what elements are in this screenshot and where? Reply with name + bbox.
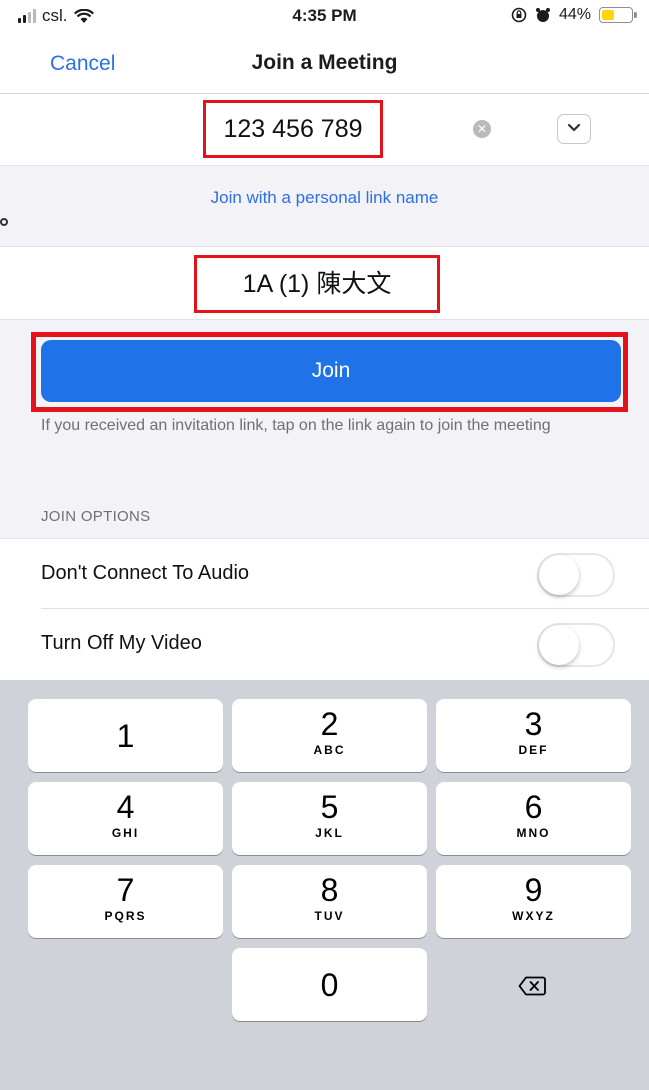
key-digit: 8 (320, 872, 339, 908)
invitation-hint: If you received an invitation link, tap … (41, 417, 551, 434)
battery-percent: 44% (558, 6, 591, 23)
key-6[interactable]: 6 MNO (436, 782, 631, 855)
backspace-key[interactable] (432, 948, 627, 1021)
key-0[interactable]: 0 (232, 948, 427, 1021)
display-name-input[interactable]: 1A (1) 陳大文 (194, 255, 440, 313)
option-label: Turn Off My Video (41, 632, 202, 654)
key-digit: 2 (320, 706, 339, 742)
chevron-down-icon (567, 123, 581, 132)
key-4[interactable]: 4 GHI (28, 782, 223, 855)
option-dont-connect-audio: Don't Connect To Audio (0, 539, 649, 609)
key-7[interactable]: 7 PQRS (28, 865, 223, 938)
join-button[interactable]: Join (41, 340, 621, 402)
history-dropdown-button[interactable] (557, 114, 591, 144)
key-digit: 0 (320, 967, 339, 1003)
meeting-id-row: 123 456 789 ✕ (0, 94, 649, 166)
key-5[interactable]: 5 JKL (232, 782, 427, 855)
toggle-knob (539, 625, 579, 665)
key-9[interactable]: 9 WXYZ (436, 865, 631, 938)
orientation-lock-icon (511, 7, 527, 23)
key-digit: 7 (116, 872, 135, 908)
join-options-list: Don't Connect To Audio Turn Off My Video (0, 538, 649, 680)
backspace-icon (518, 976, 546, 996)
key-digit: 9 (524, 872, 543, 908)
personal-link-name-link[interactable]: Join with a personal link name (0, 188, 649, 208)
join-form: 123 456 789 ✕ Join with a personal link … (0, 94, 649, 681)
battery-icon (599, 7, 637, 23)
option-turn-off-video: Turn Off My Video (0, 609, 649, 679)
join-options-header: JOIN OPTIONS (41, 508, 151, 525)
key-digit: 5 (320, 789, 339, 825)
key-8[interactable]: 8 TUV (232, 865, 427, 938)
key-letters: TUV (314, 909, 345, 923)
clear-icon[interactable]: ✕ (473, 120, 491, 138)
key-letters: MNO (516, 826, 551, 840)
video-toggle[interactable] (537, 623, 615, 667)
key-digit: 1 (116, 718, 135, 754)
status-bar: csl. 4:35 PM 44% (0, 0, 649, 34)
key-letters: GHI (111, 826, 140, 840)
alarm-icon (535, 8, 550, 22)
nav-bar: Cancel Join a Meeting (0, 34, 649, 94)
meeting-id-input[interactable]: 123 456 789 (203, 100, 383, 158)
battery-level (602, 10, 614, 20)
display-name-row: 1A (1) 陳大文 (0, 246, 649, 320)
key-digit: 4 (116, 789, 135, 825)
key-3[interactable]: 3 DEF (436, 699, 631, 772)
toggle-knob (539, 555, 579, 595)
key-letters: JKL (315, 826, 344, 840)
status-right: 44% (511, 6, 637, 24)
audio-toggle[interactable] (537, 553, 615, 597)
page-title: Join a Meeting (251, 51, 398, 74)
key-digit: 6 (524, 789, 543, 825)
option-label: Don't Connect To Audio (41, 562, 250, 584)
key-letters: ABC (313, 743, 346, 757)
stray-punctuation: 。 (0, 218, 8, 226)
numeric-keypad: 1 2 ABC 3 DEF 4 GHI 5 JKL 6 MNO 7 PQRS 8… (0, 680, 649, 1090)
key-letters: DEF (518, 743, 549, 757)
key-letters: PQRS (104, 909, 147, 923)
key-2[interactable]: 2 ABC (232, 699, 427, 772)
key-letters: WXYZ (512, 909, 555, 923)
key-1[interactable]: 1 (28, 699, 223, 772)
key-digit: 3 (524, 706, 543, 742)
